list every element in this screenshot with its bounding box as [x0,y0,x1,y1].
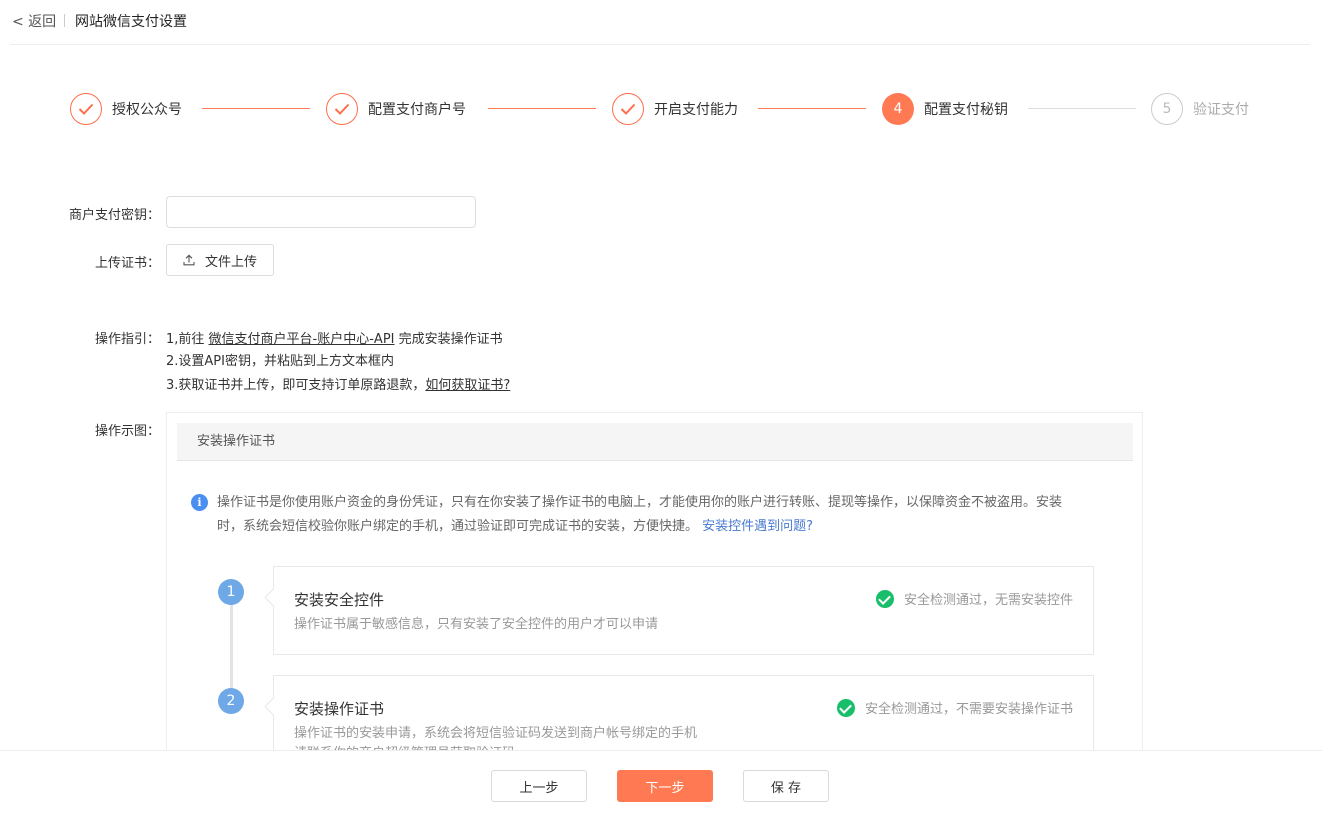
panel-title: 安装操作证书 [177,423,1133,461]
timeline-connector [230,593,233,703]
check-icon [70,93,102,125]
merchant-platform-link[interactable]: 微信支付商户平台-账户中心-API [209,332,395,347]
info-icon: i [191,494,208,511]
next-step-button[interactable]: 下一步 [617,770,713,802]
step-number-badge: 1 [218,579,244,605]
step-label: 配置支付商户号 [368,102,466,118]
check-circle-icon [836,698,855,717]
step-4: 4 配置支付秘钥 [882,92,1008,126]
card-status: 安全检测通过，不需要安装操作证书 [836,698,1073,717]
step-connector [758,108,866,109]
card-title: 安装操作证书 [294,700,385,718]
step-5: 5 验证支付 [1151,92,1249,126]
step-label: 配置支付秘钥 [924,102,1008,118]
footer-bar: 上一步 下一步 保 存 [0,750,1322,816]
step-number: 4 [882,93,914,125]
step-connector [1028,108,1136,109]
guide-text: 完成安装操作证书 [394,332,503,347]
info-message: i 操作证书是你使用账户资金的身份凭证，只有在你安装了操作证书的电脑上，才能使用… [191,491,1087,539]
card-description: 操作证书属于敏感信息，只有安装了安全控件的用户才可以申请 [294,617,659,632]
upload-button-label: 文件上传 [204,254,257,270]
page: < 返回 网站微信支付设置 授权公众号 配置支付商户号 开启支付能力 4 配置支… [0,0,1322,816]
guide-line-2: 2.设置API密钥，并粘贴到上方文本框内 [166,354,394,369]
demo-panel: 安装操作证书 i 操作证书是你使用账户资金的身份凭证，只有在你安装了操作证书的电… [166,412,1143,752]
upload-cert-label: 上传证书： [94,256,160,271]
page-title: 网站微信支付设置 [75,14,187,30]
control-problem-link[interactable]: 安装控件遇到问题? [702,519,813,534]
install-cert-card: 安装操作证书 操作证书的安装申请，系统会将短信验证码发送到商户帐号绑定的手机 请… [273,675,1094,752]
check-icon [326,93,358,125]
header: < 返回 网站微信支付设置 [0,0,1322,44]
step-3: 开启支付能力 [612,92,738,126]
step-number: 5 [1151,93,1183,125]
guide-text: 1,前往 [166,332,209,347]
guide-text: 3.获取证书并上传，即可支持订单原路退款， [166,378,426,393]
step-1: 授权公众号 [70,92,182,126]
header-divider [64,14,65,27]
guide-line-3: 3.获取证书并上传，即可支持订单原路退款，如何获取证书? [166,374,510,393]
step-2: 配置支付商户号 [326,92,466,126]
card-status: 安全检测通过，无需安装控件 [875,589,1073,608]
step-connector [202,108,310,109]
save-button[interactable]: 保 存 [743,770,829,802]
install-control-card: 安装安全控件 操作证书属于敏感信息，只有安装了安全控件的用户才可以申请 安全检测… [273,566,1094,655]
check-icon [612,93,644,125]
check-circle-icon [875,589,894,608]
info-text: 操作证书是你使用账户资金的身份凭证，只有在你安装了操作证书的电脑上，才能使用你的… [217,495,1063,534]
status-text: 安全检测通过，无需安装控件 [903,593,1073,608]
upload-icon [183,254,195,266]
demo-label: 操作示图： [94,424,160,439]
back-link[interactable]: < 返回 [12,11,56,31]
step-label: 开启支付能力 [654,102,738,118]
prev-step-button[interactable]: 上一步 [491,770,587,802]
status-text: 安全检测通过，不需要安装操作证书 [864,702,1073,717]
how-to-get-cert-link[interactable]: 如何获取证书? [425,378,510,393]
merchant-key-input[interactable] [166,196,476,228]
card-title: 安装安全控件 [294,591,385,609]
merchant-key-label: 商户支付密钥： [68,208,160,223]
card-description: 操作证书的安装申请，系统会将短信验证码发送到商户帐号绑定的手机 [294,726,698,741]
file-upload-button[interactable]: 文件上传 [166,244,274,276]
step-label: 验证支付 [1193,102,1249,118]
guide-line-1: 1,前往 微信支付商户平台-账户中心-API 完成安装操作证书 [166,328,503,347]
header-divider-line [10,44,1310,45]
step-connector [488,108,596,109]
guide-label: 操作指引： [94,332,160,347]
step-number-badge: 2 [218,688,244,714]
step-label: 授权公众号 [112,102,182,118]
